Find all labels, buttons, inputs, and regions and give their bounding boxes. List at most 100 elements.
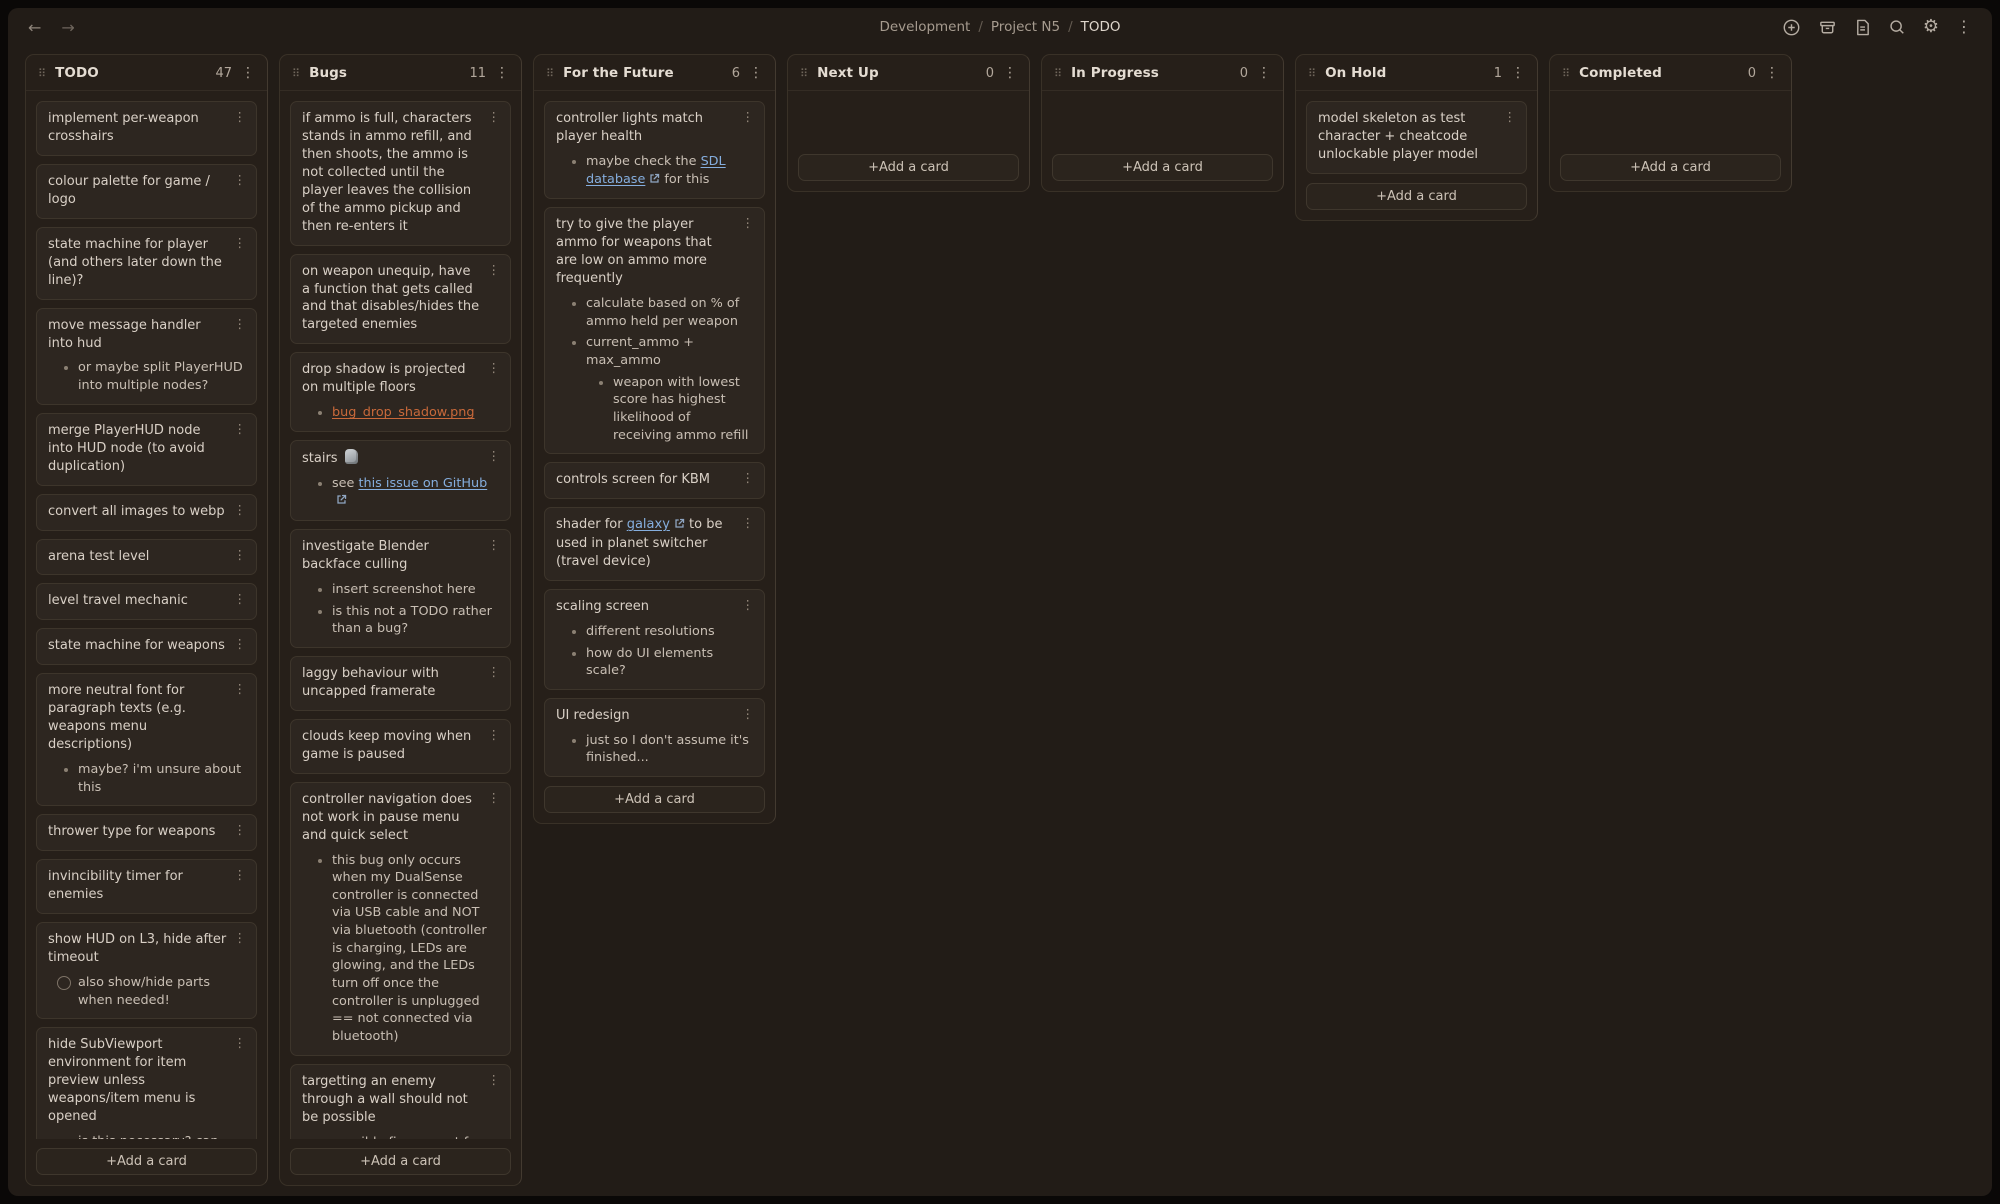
search-icon[interactable] bbox=[1888, 17, 1906, 37]
breadcrumb-item[interactable]: Development bbox=[879, 19, 970, 35]
card[interactable]: investigate Blender backface culling⋮ins… bbox=[290, 529, 511, 648]
drag-handle-icon[interactable]: ⠿ bbox=[38, 68, 46, 79]
card-menu-icon[interactable]: ⋮ bbox=[234, 237, 247, 250]
card-menu-icon[interactable]: ⋮ bbox=[234, 593, 247, 606]
column-menu-icon[interactable]: ⋮ bbox=[749, 66, 763, 80]
drag-handle-icon[interactable]: ⠿ bbox=[1054, 68, 1062, 79]
forward-arrow-icon[interactable]: → bbox=[61, 18, 74, 37]
card-menu-icon[interactable]: ⋮ bbox=[488, 792, 501, 805]
column-header[interactable]: ⠿Completed0⋮ bbox=[1550, 55, 1791, 91]
card[interactable]: colour palette for game / logo⋮ bbox=[36, 164, 257, 219]
card-menu-icon[interactable]: ⋮ bbox=[488, 450, 501, 463]
card-menu-icon[interactable]: ⋮ bbox=[488, 666, 501, 679]
card[interactable]: try to give the player ammo for weapons … bbox=[544, 207, 765, 454]
card-menu-icon[interactable]: ⋮ bbox=[234, 549, 247, 562]
card[interactable]: hide SubViewport environment for item pr… bbox=[36, 1027, 257, 1139]
archive-icon[interactable] bbox=[1818, 17, 1837, 37]
card-menu-icon[interactable]: ⋮ bbox=[234, 683, 247, 696]
breadcrumb-item[interactable]: Project N5 bbox=[991, 19, 1060, 35]
card-menu-icon[interactable]: ⋮ bbox=[234, 869, 247, 882]
more-icon[interactable]: ⋮ bbox=[1956, 17, 1972, 37]
card[interactable]: more neutral font for paragraph texts (e… bbox=[36, 673, 257, 806]
card[interactable]: convert all images to webp⋮ bbox=[36, 494, 257, 531]
column-header[interactable]: ⠿Next Up0⋮ bbox=[788, 55, 1029, 91]
drag-handle-icon[interactable]: ⠿ bbox=[292, 68, 300, 79]
card[interactable]: show HUD on L3, hide after timeout⋮also … bbox=[36, 922, 257, 1019]
card[interactable]: state machine for player (and others lat… bbox=[36, 227, 257, 300]
column-menu-icon[interactable]: ⋮ bbox=[1511, 66, 1525, 80]
drag-handle-icon[interactable]: ⠿ bbox=[1562, 68, 1570, 79]
card-menu-icon[interactable]: ⋮ bbox=[488, 1074, 501, 1087]
back-arrow-icon[interactable]: ← bbox=[28, 18, 41, 37]
card[interactable]: scaling screen⋮different resolutionshow … bbox=[544, 589, 765, 690]
link[interactable]: galaxy bbox=[627, 517, 670, 532]
card[interactable]: arena test level⋮ bbox=[36, 539, 257, 576]
card-menu-icon[interactable]: ⋮ bbox=[234, 111, 247, 124]
card[interactable]: controller lights match player health⋮ma… bbox=[544, 101, 765, 199]
card[interactable]: implement per-weapon crosshairs⋮ bbox=[36, 101, 257, 156]
card[interactable]: clouds keep moving when game is paused⋮ bbox=[290, 719, 511, 774]
card-menu-icon[interactable]: ⋮ bbox=[234, 824, 247, 837]
card-menu-icon[interactable]: ⋮ bbox=[488, 729, 501, 742]
card-menu-icon[interactable]: ⋮ bbox=[234, 504, 247, 517]
checkbox-circle[interactable] bbox=[57, 976, 71, 990]
card[interactable]: level travel mechanic⋮ bbox=[36, 583, 257, 620]
column-header[interactable]: ⠿Bugs11⋮ bbox=[280, 55, 521, 91]
card[interactable]: state machine for weapons⋮ bbox=[36, 628, 257, 665]
card[interactable]: controller navigation does not work in p… bbox=[290, 782, 511, 1056]
column-menu-icon[interactable]: ⋮ bbox=[1257, 66, 1271, 80]
column-header[interactable]: ⠿On Hold1⋮ bbox=[1296, 55, 1537, 91]
add-card-button[interactable]: +Add a card bbox=[544, 786, 765, 813]
breadcrumb-item[interactable]: TODO bbox=[1081, 19, 1121, 35]
card[interactable]: laggy behaviour with uncapped framerate⋮ bbox=[290, 656, 511, 711]
add-card-button[interactable]: +Add a card bbox=[36, 1148, 257, 1175]
column-header[interactable]: ⠿For the Future6⋮ bbox=[534, 55, 775, 91]
card[interactable]: controls screen for KBM⋮ bbox=[544, 462, 765, 499]
settings-icon[interactable]: ⚙ bbox=[1923, 17, 1939, 37]
link[interactable]: bug_drop_shadow.png bbox=[332, 405, 475, 420]
card-menu-icon[interactable]: ⋮ bbox=[234, 318, 247, 331]
card-menu-icon[interactable]: ⋮ bbox=[742, 599, 755, 612]
add-card-button[interactable]: +Add a card bbox=[1306, 183, 1527, 210]
card[interactable]: on weapon unequip, have a function that … bbox=[290, 254, 511, 345]
column-menu-icon[interactable]: ⋮ bbox=[495, 66, 509, 80]
card-menu-icon[interactable]: ⋮ bbox=[742, 708, 755, 721]
card-menu-icon[interactable]: ⋮ bbox=[742, 472, 755, 485]
column-menu-icon[interactable]: ⋮ bbox=[1765, 66, 1779, 80]
document-icon[interactable] bbox=[1854, 17, 1871, 37]
card-menu-icon[interactable]: ⋮ bbox=[488, 111, 501, 124]
card[interactable]: stairs ⋮see this issue on GitHub bbox=[290, 440, 511, 521]
column-header[interactable]: ⠿In Progress0⋮ bbox=[1042, 55, 1283, 91]
card[interactable]: targetting an enemy through a wall shoul… bbox=[290, 1064, 511, 1139]
card[interactable]: merge PlayerHUD node into HUD node (to a… bbox=[36, 413, 257, 486]
card-menu-icon[interactable]: ⋮ bbox=[742, 517, 755, 530]
card-menu-icon[interactable]: ⋮ bbox=[742, 111, 755, 124]
column-menu-icon[interactable]: ⋮ bbox=[241, 66, 255, 80]
card-menu-icon[interactable]: ⋮ bbox=[234, 638, 247, 651]
card-menu-icon[interactable]: ⋮ bbox=[234, 423, 247, 436]
card[interactable]: drop shadow is projected on multiple flo… bbox=[290, 352, 511, 432]
add-card-button[interactable]: +Add a card bbox=[290, 1148, 511, 1175]
add-card-button[interactable]: +Add a card bbox=[1560, 154, 1781, 181]
add-icon[interactable] bbox=[1782, 17, 1801, 37]
card[interactable]: if ammo is full, characters stands in am… bbox=[290, 101, 511, 246]
card-menu-icon[interactable]: ⋮ bbox=[1504, 111, 1517, 124]
card-menu-icon[interactable]: ⋮ bbox=[488, 362, 501, 375]
drag-handle-icon[interactable]: ⠿ bbox=[546, 68, 554, 79]
card[interactable]: shader for galaxy to be used in planet s… bbox=[544, 507, 765, 581]
card-menu-icon[interactable]: ⋮ bbox=[488, 264, 501, 277]
link[interactable]: this issue on GitHub bbox=[358, 476, 487, 491]
card-menu-icon[interactable]: ⋮ bbox=[234, 1037, 247, 1050]
card-menu-icon[interactable]: ⋮ bbox=[234, 932, 247, 945]
card-menu-icon[interactable]: ⋮ bbox=[234, 174, 247, 187]
card-menu-icon[interactable]: ⋮ bbox=[488, 539, 501, 552]
drag-handle-icon[interactable]: ⠿ bbox=[800, 68, 808, 79]
card[interactable]: UI redesign⋮just so I don't assume it's … bbox=[544, 698, 765, 777]
add-card-button[interactable]: +Add a card bbox=[798, 154, 1019, 181]
card[interactable]: model skeleton as test character + cheat… bbox=[1306, 101, 1527, 174]
card[interactable]: invincibility timer for enemies⋮ bbox=[36, 859, 257, 914]
drag-handle-icon[interactable]: ⠿ bbox=[1308, 68, 1316, 79]
card[interactable]: move message handler into hud⋮or maybe s… bbox=[36, 308, 257, 405]
add-card-button[interactable]: +Add a card bbox=[1052, 154, 1273, 181]
card[interactable]: thrower type for weapons⋮ bbox=[36, 814, 257, 851]
